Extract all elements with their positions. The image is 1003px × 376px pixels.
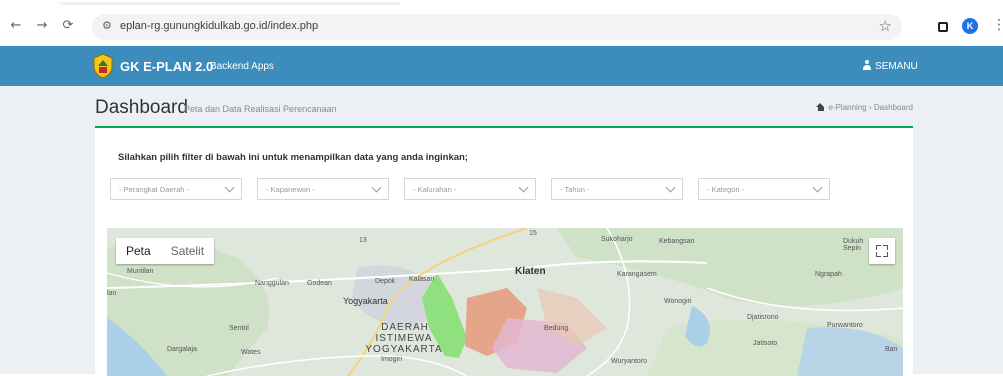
fullscreen-icon[interactable] [869,238,895,264]
map-type-control: Peta Satelit [116,238,215,264]
menu-kebab-icon[interactable]: ⋮ [992,17,1003,33]
content-header: Dashboard Peta dan Data Realisasi Perenc… [95,86,913,126]
map-label: Ban [885,346,898,353]
select-tahun[interactable]: - Tahun - [551,178,683,200]
select-perangkat-daerah[interactable]: - Perangkat Daerah - [110,178,242,200]
brand-title[interactable]: GK E-PLAN 2.0 [120,59,213,74]
map-label: Dukuh Sepin [843,238,864,252]
profile-icon[interactable]: K [962,18,978,34]
map-view[interactable]: Peta Satelit 13 15 Sukoharjo Kebangsan D… [107,228,903,376]
map-label: Karangasem [617,271,657,278]
map-label: Klaten [515,266,546,277]
chevron-down-icon [812,182,823,193]
chevron-down-icon [224,182,235,193]
map-label: Imogiri [381,356,403,363]
map-label: Dargalaja [167,346,197,353]
map-label: Muntilan [127,268,154,275]
gunungkidul-logo-icon[interactable] [92,53,114,79]
breadcrumb: e-Planning › Dashboard [816,103,913,112]
select-placeholder: - Kapanewon - [266,185,315,194]
url-text[interactable]: eplan-rg.gunungkidulkab.go.id/index.php [120,20,318,32]
select-placeholder: - Perangkat Daerah - [119,185,190,194]
chevron-down-icon [665,182,676,193]
map-label: Wonogiri [664,298,692,305]
select-placeholder: - Kategori - [707,185,745,194]
map-label: Kalasan [409,276,435,283]
map-label: lan [107,290,117,297]
user-menu[interactable]: SEMANU [862,60,918,72]
map-canvas[interactable] [107,228,903,376]
map-label: Purwantoro [827,322,863,329]
content-area: Dashboard Peta dan Data Realisasi Perenc… [0,86,1003,376]
select-kategori[interactable]: - Kategori - [698,178,830,200]
map-label: 13 [359,237,367,244]
filter-panel: Silahkan pilih filter di bawah ini untuk… [95,126,913,376]
map-label: DAERAH [381,322,429,333]
page-title: Dashboard [95,97,188,118]
forward-icon[interactable]: → [34,18,50,34]
site-settings-icon[interactable]: ⚙ [102,19,112,32]
map-label: Ngrapah [815,271,842,278]
chevron-down-icon [518,182,529,193]
backend-apps-link[interactable]: Backend Apps [210,61,274,72]
map-label: Djatisrono [747,314,779,321]
map-label: YOGYAKARTA [365,344,443,355]
page-subtitle: Peta dan Data Realisasi Perencanaan [184,104,337,114]
map-label: Kebangsan [659,238,695,245]
user-icon [862,60,872,70]
map-label: Wuryantoro [611,358,648,365]
filter-instruction: Silahkan pilih filter di bawah ini untuk… [118,152,468,163]
map-label: 15 [529,230,537,237]
map-label: Yogyakarta [343,296,388,306]
map-label: Wates [241,349,261,356]
bookmark-star-icon[interactable]: ☆ [879,17,892,35]
breadcrumb-home[interactable]: e-Planning [828,103,866,112]
map-label: Jatisoto [753,340,778,347]
select-placeholder: - Tahun - [560,185,590,194]
map-label: Godean [307,280,332,287]
map-label: Sukoharjo [601,236,633,243]
map-label: ISTIMEWA [375,333,433,344]
app-navbar: GK E-PLAN 2.0 Backend Apps SEMANU [0,46,1003,86]
select-kapanewon[interactable]: - Kapanewon - [257,178,389,200]
map-label: Bedung [544,325,569,332]
map-label: Depok [375,278,396,285]
select-placeholder: - Kalurahan - [413,185,457,194]
reload-icon[interactable]: ⟳ [60,18,76,34]
home-icon [816,103,825,111]
map-label: Sentol [229,325,249,332]
map-label: Nanggulan [255,280,289,287]
chevron-down-icon [371,182,382,193]
user-name: SEMANU [875,61,918,72]
tab-strip [0,0,1003,8]
browser-chrome: ← → ⟳ ⚙ eplan-rg.gunungkidulkab.go.id/in… [0,0,1003,43]
active-tab-indicator [60,2,400,5]
map-type-peta[interactable]: Peta [116,238,161,264]
select-kalurahan[interactable]: - Kalurahan - [404,178,536,200]
address-bar[interactable]: ⚙ eplan-rg.gunungkidulkab.go.id/index.ph… [92,14,902,40]
extensions-icon[interactable] [938,22,948,32]
breadcrumb-current: Dashboard [873,103,913,112]
map-type-satelit[interactable]: Satelit [161,238,214,264]
back-icon[interactable]: ← [8,18,24,34]
